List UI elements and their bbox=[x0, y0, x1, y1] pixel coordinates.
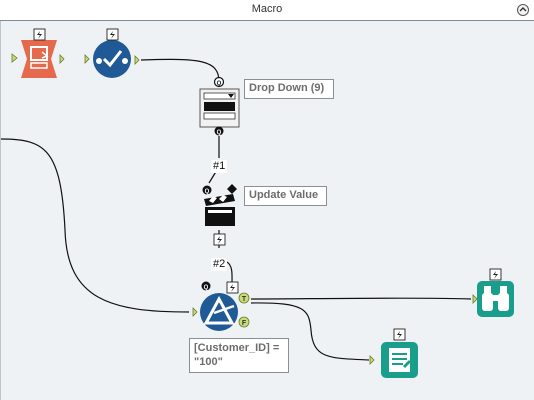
title-bar: Macro bbox=[0, 0, 534, 21]
chevron-up-icon bbox=[519, 7, 527, 12]
collapse-button[interactable] bbox=[517, 4, 529, 16]
lightning-icon bbox=[106, 28, 119, 41]
drop-down-tool[interactable]: Q Q bbox=[199, 76, 240, 137]
anchor-label-false: F bbox=[242, 320, 247, 327]
connection-true-to-browse bbox=[250, 297, 472, 300]
connection-left-to-condition bbox=[1, 138, 190, 313]
condition-tool[interactable]: Q T F bbox=[192, 281, 250, 332]
workflow-canvas[interactable]: Q Q Q Q T F #1 #2 Drop Down (9) Update V… bbox=[0, 21, 534, 400]
report-output-tool[interactable] bbox=[369, 342, 418, 378]
check-tool[interactable] bbox=[84, 40, 140, 78]
update-value-annotation: Update Value bbox=[244, 186, 327, 206]
browse-tool[interactable] bbox=[472, 281, 514, 317]
connection-label-2: #2 bbox=[211, 258, 228, 271]
connection-check-to-dropdown bbox=[140, 58, 220, 83]
anchor-label-q-out: Q bbox=[217, 130, 222, 136]
macro-window: Macro Q Q Q Q T F #1 #2 Drop Down (9) Up… bbox=[0, 0, 534, 400]
lightning-icon bbox=[213, 233, 226, 246]
anchor-label-true: T bbox=[242, 296, 247, 303]
anchor-label-q-condition: Q bbox=[204, 285, 209, 291]
drop-down-annotation: Drop Down (9) bbox=[244, 79, 334, 99]
anchor-label-q: Q bbox=[217, 81, 222, 87]
lightning-icon bbox=[489, 268, 502, 281]
connection-label-1: #1 bbox=[211, 160, 228, 173]
anchor-label-q-action: Q bbox=[205, 189, 210, 195]
action-tool[interactable]: Q bbox=[202, 184, 238, 226]
lightning-icon bbox=[226, 281, 239, 294]
lightning-icon bbox=[393, 328, 406, 341]
window-title: Macro bbox=[251, 3, 283, 15]
lightning-icon bbox=[33, 28, 46, 41]
macro-input-tool[interactable] bbox=[11, 40, 65, 78]
condition-annotation: [Customer_ID] = "100" bbox=[189, 338, 289, 373]
